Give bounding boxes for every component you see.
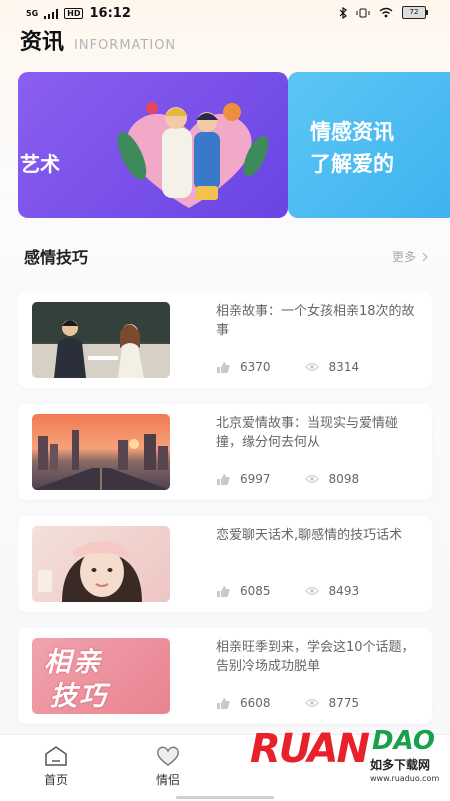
article-card[interactable]: 北京爱情故事：当现实与爱情碰撞，缘分何去何从 6997 8098 xyxy=(18,404,432,500)
watermark-sub: DAO xyxy=(372,726,436,756)
banner-card-text: 艺术 xyxy=(20,152,60,176)
like-count: 6085 xyxy=(240,584,271,598)
chevron-right-icon xyxy=(422,252,428,261)
like-count: 6997 xyxy=(240,472,271,486)
article-card[interactable]: 相亲故事：一个女孩相亲18次的故事 6370 8314 xyxy=(18,292,432,388)
thumb-text-line2: 技巧 xyxy=(50,681,108,712)
article-thumbnail xyxy=(32,526,170,602)
heart-icon xyxy=(157,746,179,766)
dating-photo xyxy=(32,302,170,378)
article-title: 北京爱情故事：当现实与爱情碰撞，缘分何去何从 xyxy=(216,416,399,450)
eye-icon xyxy=(304,587,319,595)
couple-illustration xyxy=(117,102,269,208)
eye-icon xyxy=(304,699,319,707)
page-title: 资讯 xyxy=(20,30,65,55)
article-stats: 6370 8314 xyxy=(216,360,359,374)
article-thumbnail xyxy=(32,414,170,490)
like-count: 6370 xyxy=(240,360,271,374)
article-stats: 6085 8493 xyxy=(216,584,359,598)
city-skyline-photo xyxy=(32,430,170,490)
watermark-logo: RUAN DAO 如多下载网 www.ruaduo.com xyxy=(246,724,446,794)
article-title: 恋爱聊天话术,聊感情的技巧话术 xyxy=(216,528,403,543)
eye-icon xyxy=(304,475,319,483)
tab-home-label: 首页 xyxy=(43,773,68,787)
view-count: 8493 xyxy=(328,584,360,598)
tab-couple-label: 情侣 xyxy=(155,773,180,787)
watermark-url: www.ruaduo.com xyxy=(370,774,440,783)
eye-icon xyxy=(304,363,319,371)
clock: 16:12 xyxy=(89,6,131,21)
watermark-main: RUAN xyxy=(250,726,370,772)
signal-indicator: 5G xyxy=(26,9,39,18)
home-icon xyxy=(45,746,67,766)
article-thumbnail xyxy=(32,302,170,378)
section-title: 感情技巧 xyxy=(24,248,89,267)
like-icon xyxy=(217,474,230,485)
view-count: 8098 xyxy=(328,472,360,486)
girl-portrait-photo xyxy=(38,541,142,602)
like-icon xyxy=(217,698,230,709)
more-label: 更多 xyxy=(391,250,416,264)
view-count: 8775 xyxy=(328,696,360,710)
vibrate-icon xyxy=(356,8,370,17)
hd-indicator: HD xyxy=(64,8,84,19)
like-icon xyxy=(217,586,230,597)
banner-card2-line1: 情感资讯 xyxy=(310,120,394,144)
watermark-cn: 如多下载网 xyxy=(370,758,431,772)
view-count: 8314 xyxy=(328,360,360,374)
more-link[interactable]: 更多 xyxy=(392,248,428,265)
like-icon xyxy=(217,362,230,373)
page-header: 资讯 INFORMATION xyxy=(20,24,176,56)
article-stats: 6608 8775 xyxy=(216,696,359,710)
banner-card-love-info[interactable]: 情感资讯 了解爱的 xyxy=(288,72,450,218)
article-card[interactable]: 相亲 技巧 相亲旺季到来，学会这10个话题，告别冷场成功脱单 6608 8775 xyxy=(18,628,432,724)
home-indicator[interactable] xyxy=(176,796,274,799)
like-count: 6608 xyxy=(240,696,271,710)
wifi-icon xyxy=(379,7,393,18)
banner-carousel[interactable]: 艺术 情感资讯 了解爱的 xyxy=(18,72,450,218)
article-title: 相亲故事：一个女孩相亲18次的故事 xyxy=(216,304,415,338)
article-stats: 6997 8098 xyxy=(216,472,359,486)
article-card[interactable]: 恋爱聊天话术,聊感情的技巧话术 6085 8493 xyxy=(18,516,432,612)
signal-bars-icon xyxy=(44,8,59,19)
tab-couple[interactable]: 情侣 xyxy=(138,745,198,788)
status-bar: 5G HD 16:12 72 xyxy=(0,0,450,26)
bluetooth-icon xyxy=(339,6,347,19)
article-thumbnail: 相亲 技巧 xyxy=(32,638,170,714)
battery-icon: 72 xyxy=(402,6,428,19)
page-subtitle: INFORMATION xyxy=(74,38,177,53)
article-title: 相亲旺季到来，学会这10个话题，告别冷场成功脱单 xyxy=(216,640,415,674)
tab-home[interactable]: 首页 xyxy=(26,745,86,788)
banner-card2-line2: 了解爱的 xyxy=(310,152,394,176)
banner-card-art[interactable]: 艺术 xyxy=(18,72,288,218)
